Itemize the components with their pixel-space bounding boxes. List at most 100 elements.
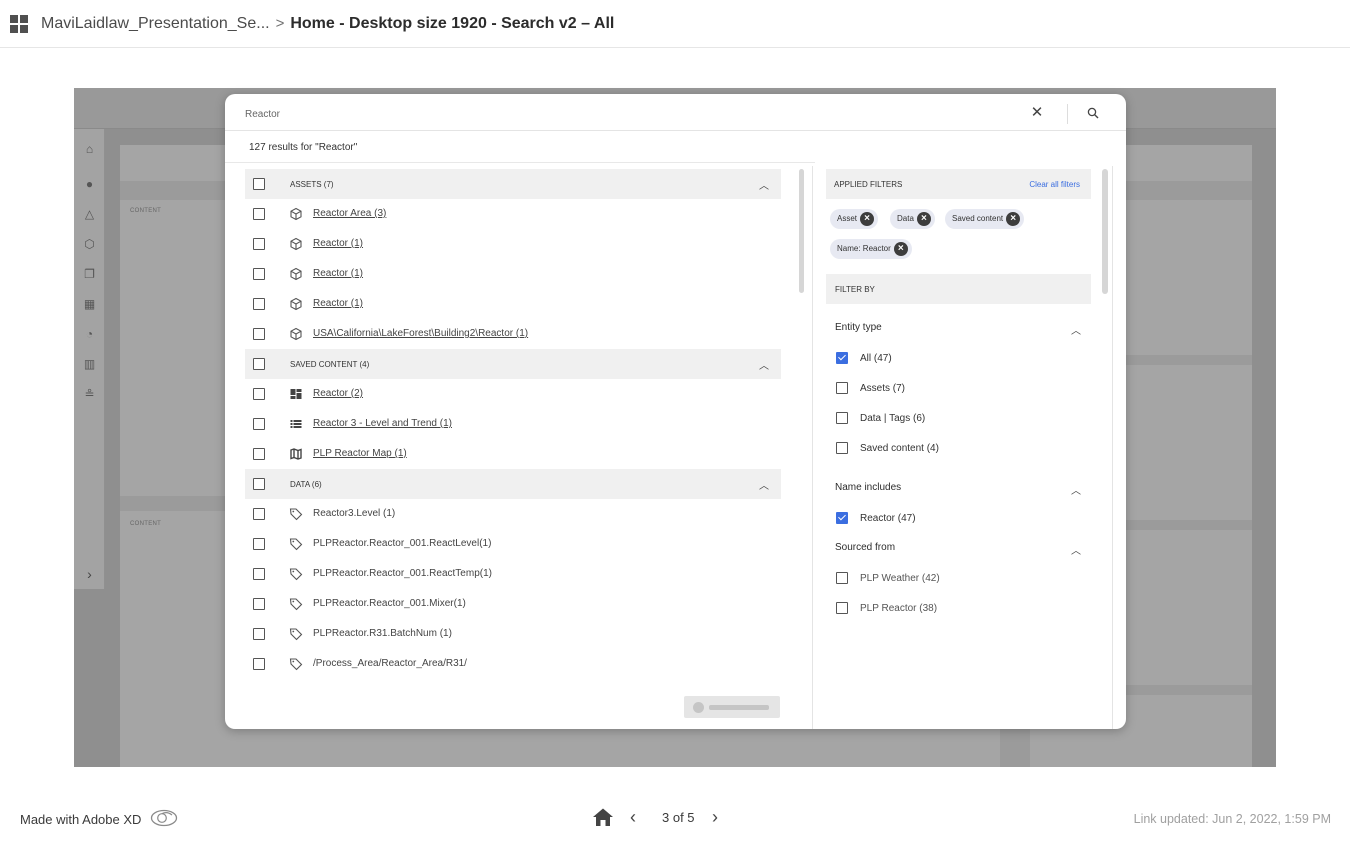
result-text[interactable]: PLPReactor.R31.BatchNum (1) xyxy=(313,628,452,639)
chevron-left-icon[interactable]: ‹ xyxy=(630,807,636,828)
filter-chip: Asset × xyxy=(830,209,879,229)
result-text[interactable]: /Process_Area/Reactor_Area/R31/ xyxy=(313,658,467,669)
result-link[interactable]: PLP Reactor Map (1) xyxy=(313,448,407,459)
search-icon[interactable] xyxy=(1087,107,1099,119)
group-header-data[interactable]: DATA (6) ︿ xyxy=(245,469,781,499)
result-text[interactable]: PLPReactor.Reactor_001.Mixer(1) xyxy=(313,598,466,609)
filter-option[interactable]: Saved content (4) xyxy=(826,433,1091,463)
item-checkbox[interactable] xyxy=(253,658,265,670)
search-input[interactable]: Reactor xyxy=(245,109,280,120)
result-link[interactable]: Reactor (1) xyxy=(313,268,363,279)
grid-menu-icon[interactable] xyxy=(10,14,28,33)
filters-scrollbar[interactable] xyxy=(1102,169,1108,294)
list-item[interactable]: Reactor Area (3) xyxy=(245,199,781,229)
item-checkbox[interactable] xyxy=(253,238,265,250)
item-checkbox[interactable] xyxy=(253,208,265,220)
chevron-up-icon[interactable]: ︿ xyxy=(759,477,769,492)
remove-chip-icon[interactable]: × xyxy=(860,212,875,226)
creative-cloud-icon xyxy=(150,809,178,827)
item-checkbox[interactable] xyxy=(253,538,265,550)
group-header-saved-content[interactable]: SAVED CONTENT (4) ︿ xyxy=(245,349,781,379)
result-text[interactable]: PLPReactor.Reactor_001.ReactTemp(1) xyxy=(313,568,492,579)
list-item[interactable]: Reactor3.Level (1) xyxy=(245,499,781,529)
item-checkbox[interactable] xyxy=(253,268,265,280)
list-item[interactable]: Reactor (2) xyxy=(245,379,781,409)
result-text[interactable]: PLPReactor.Reactor_001.ReactLevel(1) xyxy=(313,538,491,549)
item-checkbox[interactable] xyxy=(253,448,265,460)
option-label: Data | Tags (6) xyxy=(860,413,926,424)
chevron-right-icon: › xyxy=(87,566,92,582)
list-item[interactable]: PLPReactor.Reactor_001.ReactLevel(1) xyxy=(245,529,781,559)
breadcrumb-parent[interactable]: MaviLaidlaw_Presentation_Se... xyxy=(41,15,270,33)
remove-chip-icon[interactable]: × xyxy=(893,242,908,256)
tag-icon xyxy=(289,628,303,641)
list-item[interactable]: PLPReactor.Reactor_001.Mixer(1) xyxy=(245,589,781,619)
group-checkbox[interactable] xyxy=(253,178,265,190)
list-item[interactable]: Reactor (1) xyxy=(245,259,781,289)
entity-type-title: Entity type xyxy=(835,322,882,333)
item-checkbox[interactable] xyxy=(253,298,265,310)
checkbox[interactable] xyxy=(836,382,848,394)
group-checkbox[interactable] xyxy=(253,478,265,490)
cube-icon xyxy=(290,207,302,221)
list-item[interactable]: PLP Reactor Map (1) xyxy=(245,439,781,469)
close-icon[interactable]: ✕ xyxy=(1030,105,1044,120)
divider xyxy=(812,166,813,729)
checkbox-checked[interactable] xyxy=(836,512,848,524)
result-link[interactable]: Reactor (2) xyxy=(313,388,363,399)
item-checkbox[interactable] xyxy=(253,508,265,520)
filter-option[interactable]: Assets (7) xyxy=(826,373,1091,403)
item-checkbox[interactable] xyxy=(253,568,265,580)
remove-chip-icon[interactable]: × xyxy=(1006,212,1021,226)
item-checkbox[interactable] xyxy=(253,598,265,610)
chevron-right-icon[interactable]: › xyxy=(712,807,718,828)
checkbox[interactable] xyxy=(836,442,848,454)
bell-icon: ● xyxy=(85,177,94,191)
result-link[interactable]: USA\California\LakeForest\Building2\Reac… xyxy=(313,328,528,339)
chevron-up-icon[interactable]: ︿ xyxy=(1071,322,1081,337)
checkbox[interactable] xyxy=(836,412,848,424)
filter-option[interactable]: Data | Tags (6) xyxy=(826,403,1091,433)
item-checkbox[interactable] xyxy=(253,628,265,640)
list-item[interactable]: PLPReactor.Reactor_001.ReactTemp(1) xyxy=(245,559,781,589)
checkbox[interactable] xyxy=(836,602,848,614)
results-list: ASSETS (7) ︿ Reactor Area (3) Reactor (1… xyxy=(245,169,781,679)
result-text[interactable]: Reactor3.Level (1) xyxy=(313,508,395,519)
result-link[interactable]: Reactor (1) xyxy=(313,298,363,309)
list-item[interactable]: PLPReactor.R31.BatchNum (1) xyxy=(245,619,781,649)
item-checkbox[interactable] xyxy=(253,388,265,400)
loader-dot xyxy=(693,702,704,713)
list-item[interactable]: Reactor 3 - Level and Trend (1) xyxy=(245,409,781,439)
search-modal: Reactor ✕ 127 results for "Reactor" ASSE… xyxy=(225,94,1126,729)
checkbox[interactable] xyxy=(836,572,848,584)
made-with-label[interactable]: Made with Adobe XD xyxy=(20,812,141,827)
result-link[interactable]: Reactor 3 - Level and Trend (1) xyxy=(313,418,452,429)
result-link[interactable]: Reactor (1) xyxy=(313,238,363,249)
checkbox-checked[interactable] xyxy=(836,352,848,364)
remove-chip-icon[interactable]: × xyxy=(916,212,931,226)
group-header-assets[interactable]: ASSETS (7) ︿ xyxy=(245,169,781,199)
search-bar: Reactor ✕ xyxy=(225,94,1126,131)
item-checkbox[interactable] xyxy=(253,418,265,430)
list-item[interactable]: /Process_Area/Reactor_Area/R31/ xyxy=(245,649,781,679)
filter-option[interactable]: PLP Reactor (38) xyxy=(826,593,1091,623)
result-link[interactable]: Reactor Area (3) xyxy=(313,208,386,219)
group-checkbox[interactable] xyxy=(253,358,265,370)
chevron-up-icon[interactable]: ︿ xyxy=(1071,542,1081,557)
filter-option[interactable]: PLP Weather (42) xyxy=(826,563,1091,593)
filter-option[interactable]: Reactor (47) xyxy=(826,503,1091,533)
filter-option[interactable]: All (47) xyxy=(826,343,1091,373)
chevron-up-icon[interactable]: ︿ xyxy=(1071,482,1081,497)
filter-chip: Name: Reactor × xyxy=(830,239,912,259)
tag-icon xyxy=(289,568,303,581)
chevron-up-icon[interactable]: ︿ xyxy=(759,357,769,372)
item-checkbox[interactable] xyxy=(253,328,265,340)
chevron-up-icon[interactable]: ︿ xyxy=(759,177,769,192)
list-item[interactable]: Reactor (1) xyxy=(245,289,781,319)
clear-all-filters-link[interactable]: Clear all filters xyxy=(1029,180,1080,189)
list-item[interactable]: Reactor (1) xyxy=(245,229,781,259)
list-item[interactable]: USA\California\LakeForest\Building2\Reac… xyxy=(245,319,781,349)
results-scrollbar[interactable] xyxy=(799,169,804,293)
name-includes-title: Name includes xyxy=(835,482,902,493)
home-icon[interactable] xyxy=(592,807,614,827)
